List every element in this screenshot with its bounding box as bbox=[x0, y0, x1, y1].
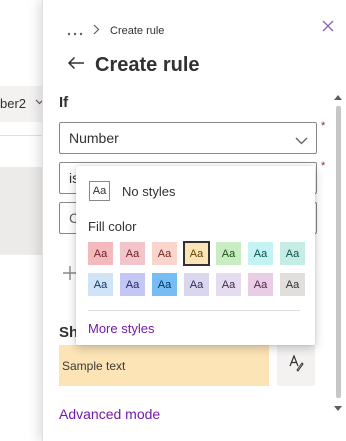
edit-style-button[interactable] bbox=[277, 345, 315, 386]
fill-color-swatch[interactable]: Aa bbox=[216, 273, 241, 296]
fill-color-swatch[interactable]: Aa bbox=[183, 241, 210, 266]
style-picker-popup: Aa No styles Fill color Aa Aa Aa Aa Aa Aa Aa A… bbox=[76, 166, 315, 345]
fill-color-swatch[interactable]: Aa bbox=[88, 273, 113, 296]
close-button[interactable] bbox=[316, 16, 340, 40]
arrow-left-icon bbox=[67, 56, 85, 75]
required-indicator: * bbox=[321, 160, 326, 172]
fill-color-label: Fill color bbox=[88, 219, 137, 234]
fill-color-swatch[interactable]: Aa bbox=[184, 273, 209, 296]
fill-color-swatch[interactable]: Aa bbox=[120, 242, 145, 265]
condition-column-value: Number bbox=[69, 130, 119, 146]
breadcrumb-current: Create rule bbox=[110, 25, 165, 37]
required-indicator: * bbox=[321, 120, 326, 132]
no-styles-option[interactable]: Aa No styles bbox=[89, 181, 175, 201]
breadcrumb: Create rule bbox=[67, 24, 164, 38]
fill-color-swatch[interactable]: Aa bbox=[120, 273, 145, 296]
divider bbox=[0, 135, 44, 136]
fill-color-swatch[interactable]: Aa bbox=[248, 242, 273, 265]
selected-row[interactable] bbox=[0, 167, 44, 255]
background-page: ber2 bbox=[0, 0, 44, 441]
fill-color-swatch[interactable]: Aa bbox=[248, 273, 273, 296]
fill-color-swatch[interactable]: Aa bbox=[280, 273, 305, 296]
scroll-down-icon[interactable] bbox=[334, 406, 342, 414]
scroll-up-icon[interactable] bbox=[334, 94, 342, 102]
chevron-down-icon bbox=[295, 132, 308, 148]
fill-color-swatch[interactable]: Aa bbox=[280, 242, 305, 265]
fill-color-row-1: Aa Aa Aa Aa Aa Aa Aa bbox=[88, 241, 305, 266]
close-icon bbox=[322, 19, 334, 37]
style-preview: Sample text bbox=[59, 345, 269, 386]
if-section-label: If bbox=[59, 94, 69, 111]
fill-color-row-2: Aa Aa Aa Aa Aa Aa Aa bbox=[88, 273, 305, 296]
plus-icon[interactable] bbox=[63, 264, 77, 284]
sample-text: Sample text bbox=[62, 358, 126, 373]
title-row: Create rule bbox=[65, 54, 200, 77]
column-header-label: ber2 bbox=[0, 96, 27, 111]
advanced-mode-link[interactable]: Advanced mode bbox=[59, 406, 160, 422]
ellipsis-icon[interactable] bbox=[67, 26, 83, 36]
fill-color-swatch[interactable]: Aa bbox=[152, 273, 177, 296]
condition-column-dropdown[interactable]: Number bbox=[59, 122, 317, 154]
divider bbox=[88, 310, 300, 311]
more-styles-link[interactable]: More styles bbox=[88, 321, 154, 336]
back-button[interactable] bbox=[65, 55, 87, 77]
scroll-thumb[interactable] bbox=[336, 106, 341, 398]
fill-color-swatch[interactable]: Aa bbox=[88, 242, 113, 265]
edit-style-icon bbox=[288, 354, 304, 377]
scrollbar[interactable] bbox=[332, 94, 346, 414]
no-styles-label: No styles bbox=[122, 183, 176, 199]
chevron-right-icon bbox=[93, 24, 100, 38]
no-styles-swatch: Aa bbox=[89, 181, 110, 201]
fill-color-swatch[interactable]: Aa bbox=[216, 242, 241, 265]
fill-color-swatch[interactable]: Aa bbox=[152, 242, 177, 265]
page-title: Create rule bbox=[95, 54, 200, 76]
